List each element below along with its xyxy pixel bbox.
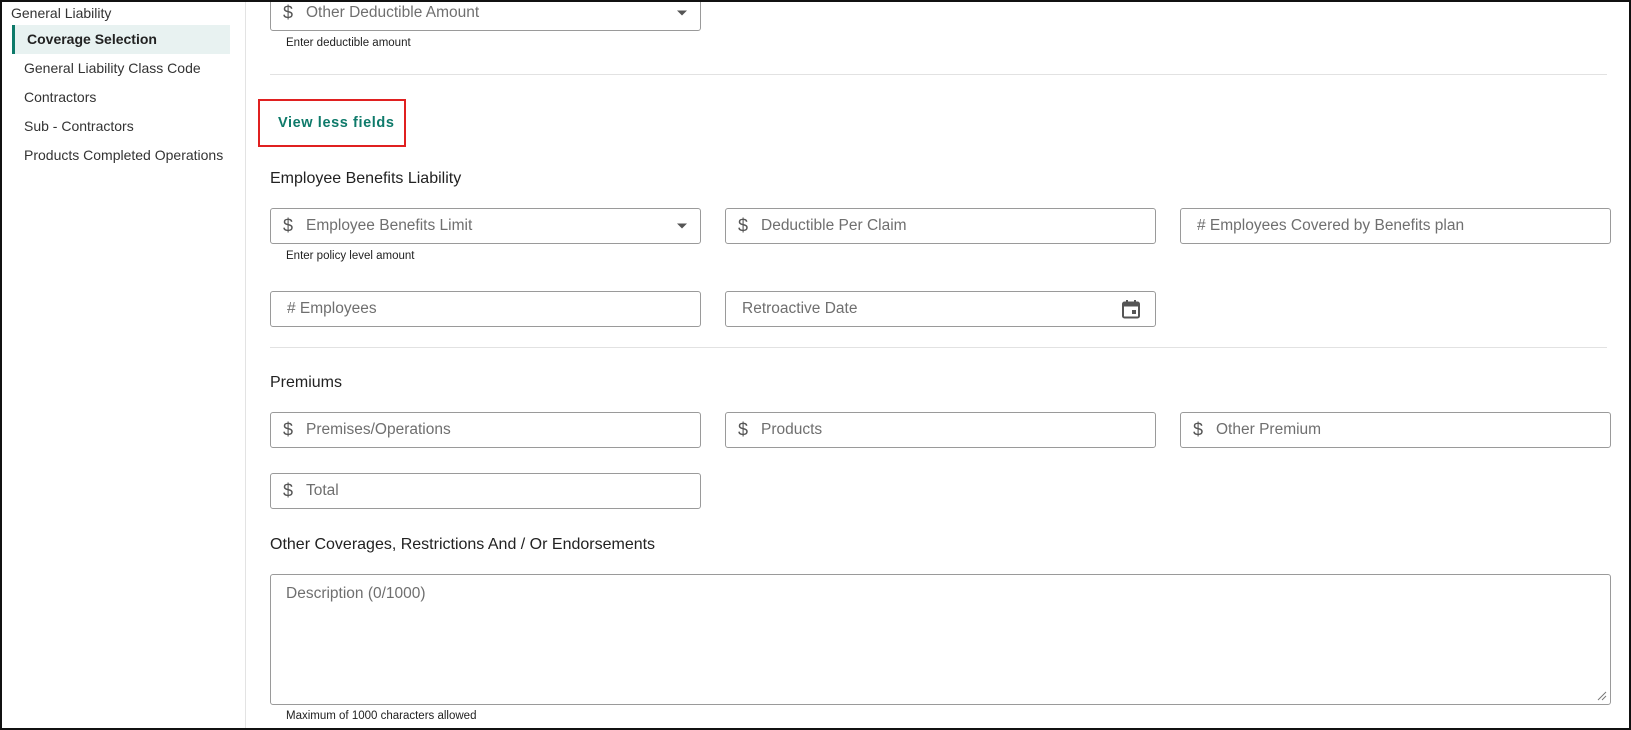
employees-covered-placeholder: # Employees Covered by Benefits plan (1197, 217, 1465, 234)
sidebar-item-sub-contractors[interactable]: Sub - Contractors (12, 112, 230, 141)
description-textarea[interactable]: Description (0/1000) (270, 574, 1611, 705)
sidebar-item-products-completed-operations[interactable]: Products Completed Operations (12, 141, 230, 170)
other-coverages-title: Other Coverages, Restrictions And / Or E… (270, 536, 656, 553)
products-field[interactable]: $ Products (725, 412, 1156, 448)
employee-benefits-limit-select[interactable]: $ Employee Benefits Limit (270, 208, 701, 244)
sidebar-item-coverage-selection[interactable]: Coverage Selection (12, 25, 230, 54)
sidebar-item-contractors[interactable]: Contractors (12, 83, 230, 112)
premiums-title: Premiums (270, 374, 343, 391)
other-deductible-select[interactable]: $ Other Deductible Amount (270, 2, 701, 31)
products-placeholder: Products (761, 421, 823, 438)
deductible-per-claim-placeholder: Deductible Per Claim (761, 217, 907, 234)
employees-placeholder: # Employees (287, 300, 377, 317)
retroactive-date-field[interactable]: Retroactive Date (725, 291, 1156, 327)
employee-benefits-limit-placeholder: Employee Benefits Limit (306, 217, 473, 234)
dollar-icon: $ (283, 215, 294, 236)
description-placeholder: Description (0/1000) (286, 585, 426, 602)
other-deductible-hint: Enter deductible amount (286, 37, 411, 49)
employees-covered-field[interactable]: # Employees Covered by Benefits plan (1180, 208, 1611, 244)
sidebar-item-class-code[interactable]: General Liability Class Code (12, 54, 230, 83)
sidebar-nav: General Liability Coverage Selection Gen… (2, 2, 246, 728)
total-field[interactable]: $ Total (270, 473, 701, 509)
chevron-down-icon (677, 223, 687, 229)
dollar-icon: $ (283, 480, 294, 501)
total-placeholder: Total (306, 482, 339, 499)
other-premium-placeholder: Other Premium (1216, 421, 1322, 438)
other-deductible-placeholder: Other Deductible Amount (306, 4, 480, 21)
employee-benefits-limit-hint: Enter policy level amount (286, 250, 415, 262)
view-less-fields-link[interactable]: View less fields (278, 115, 395, 131)
deductible-per-claim-field[interactable]: $ Deductible Per Claim (725, 208, 1156, 244)
chevron-down-icon (677, 10, 687, 16)
other-premium-field[interactable]: $ Other Premium (1180, 412, 1611, 448)
dollar-icon: $ (738, 215, 749, 236)
resize-handle-icon[interactable] (1597, 691, 1607, 701)
employees-field[interactable]: # Employees (270, 291, 701, 327)
retroactive-date-placeholder: Retroactive Date (742, 300, 858, 317)
dollar-icon: $ (283, 419, 294, 440)
calendar-icon[interactable] (1121, 299, 1141, 319)
sidebar-section-title: General Liability (11, 5, 112, 21)
section-divider (270, 347, 1607, 348)
dollar-icon: $ (738, 419, 749, 440)
premises-operations-placeholder: Premises/Operations (306, 421, 451, 438)
employee-benefits-title: Employee Benefits Liability (270, 170, 462, 187)
description-hint: Maximum of 1000 characters allowed (286, 710, 477, 722)
dollar-icon: $ (283, 2, 294, 23)
dollar-icon: $ (1193, 419, 1204, 440)
section-divider (270, 74, 1607, 75)
app-frame: General Liability Coverage Selection Gen… (0, 0, 1631, 730)
premises-operations-field[interactable]: $ Premises/Operations (270, 412, 701, 448)
